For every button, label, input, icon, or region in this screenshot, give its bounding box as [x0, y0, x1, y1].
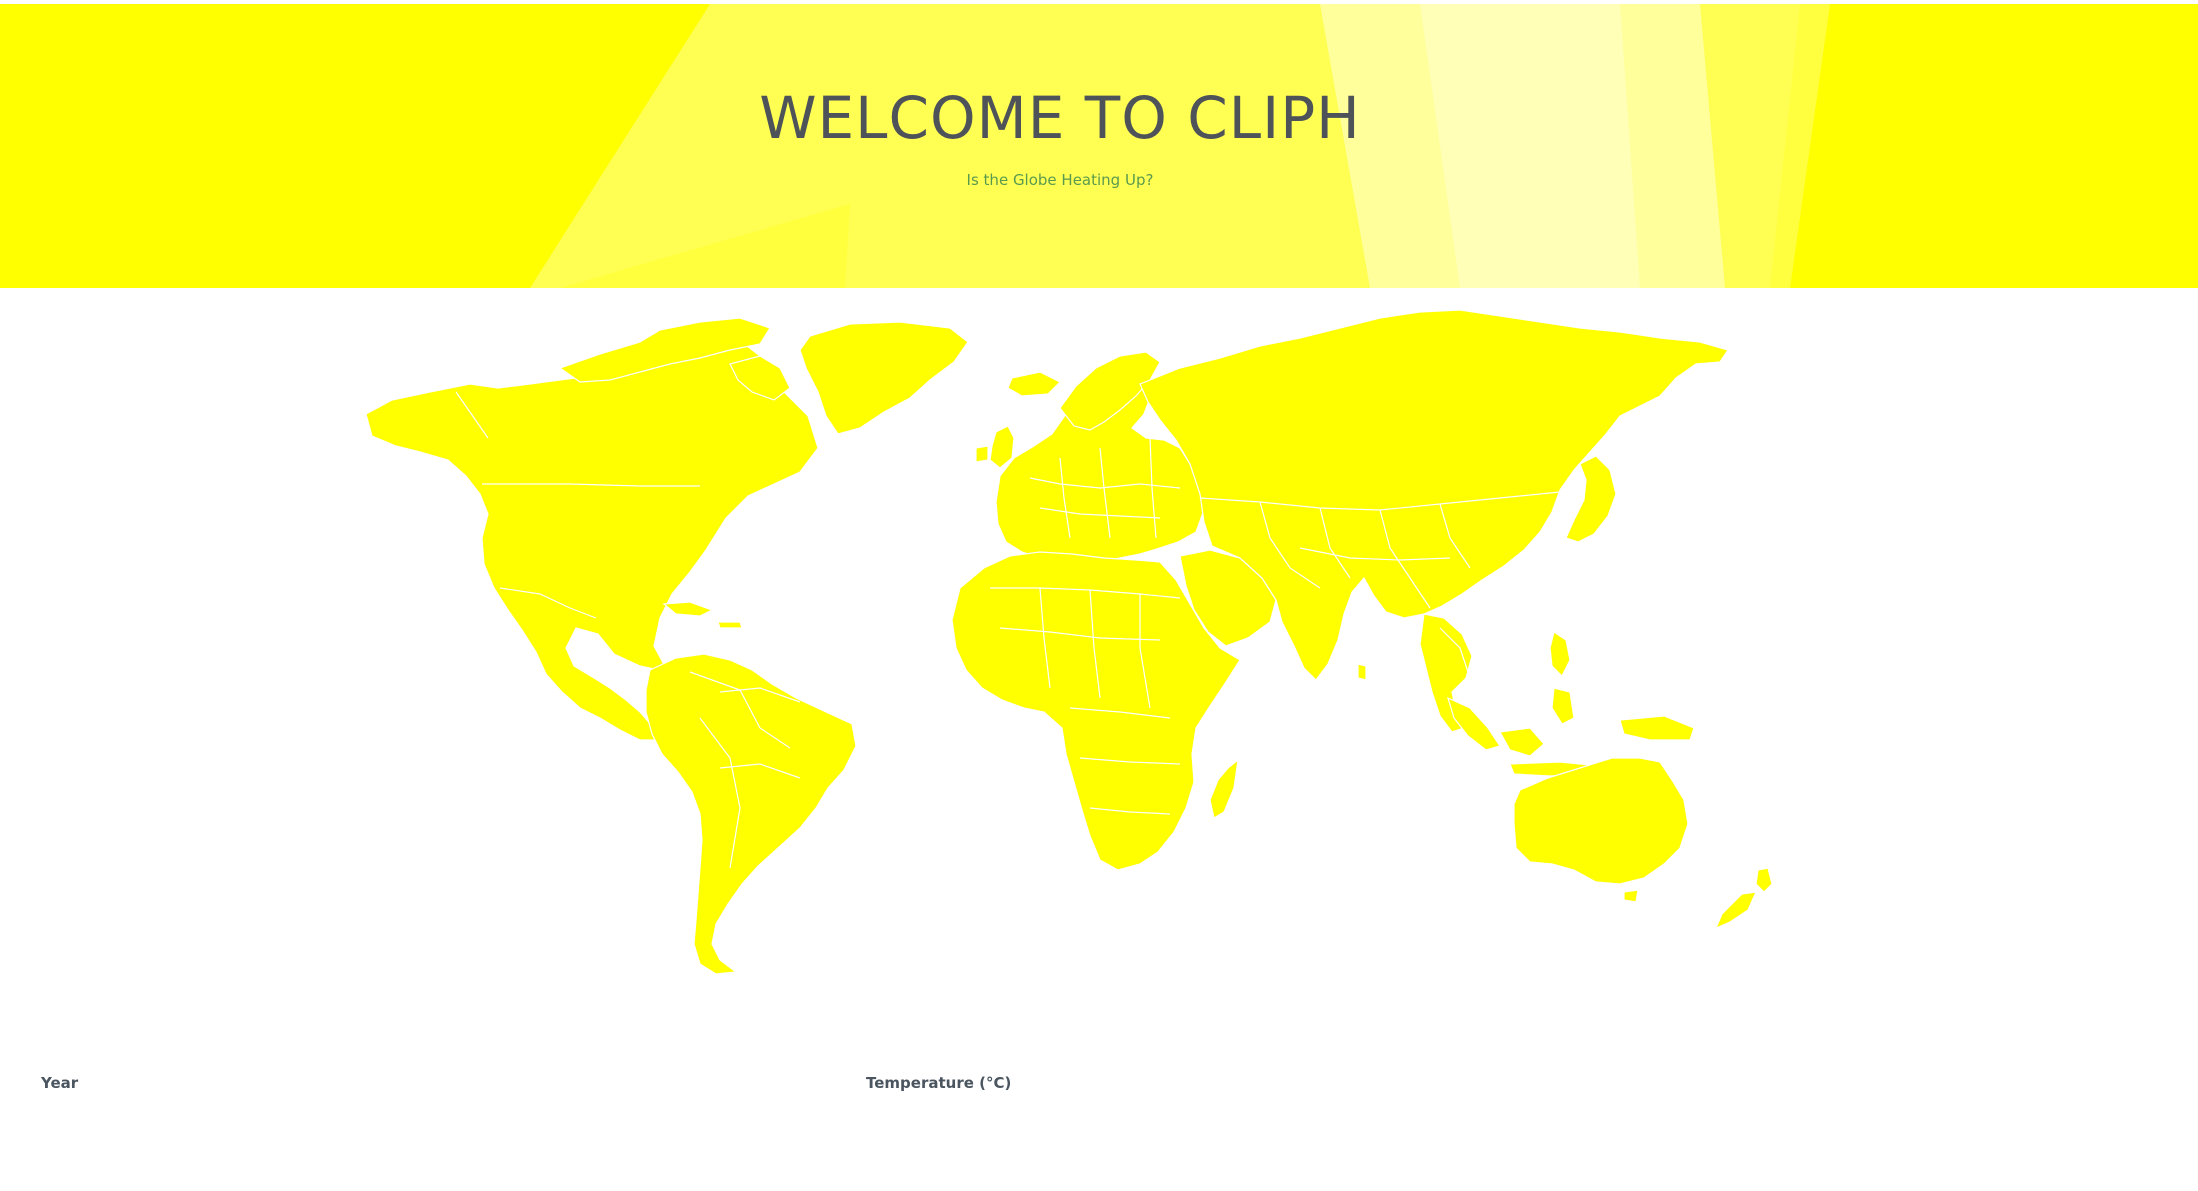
world-map-section: [0, 288, 2198, 978]
page: WELCOME TO CLIPH Is the Globe Heating Up…: [0, 0, 2198, 1191]
map-region-iceland[interactable]: [1007, 371, 1062, 397]
page-subtitle: Is the Globe Heating Up?: [966, 171, 1154, 189]
year-slider-label: Year: [41, 1074, 79, 1092]
map-region-australia[interactable]: [1513, 757, 1689, 885]
map-region-tasmania[interactable]: [1623, 889, 1639, 903]
map-region-philippines[interactable]: [1549, 631, 1571, 678]
map-region-sri-lanka[interactable]: [1357, 663, 1367, 681]
world-map[interactable]: [0, 288, 2198, 978]
map-region-south-america[interactable]: [645, 653, 857, 975]
hero-banner: WELCOME TO CLIPH Is the Globe Heating Up…: [0, 4, 2198, 288]
map-region-greenland[interactable]: [799, 321, 969, 435]
map-region-caribbean[interactable]: [662, 601, 743, 629]
page-title: WELCOME TO CLIPH: [759, 84, 1361, 152]
map-region-madagascar[interactable]: [1209, 758, 1239, 819]
map-region-british-isles[interactable]: [975, 425, 1015, 469]
map-region-new-zealand[interactable]: [1714, 867, 1773, 930]
temperature-slider-label: Temperature (°C): [866, 1074, 1012, 1092]
